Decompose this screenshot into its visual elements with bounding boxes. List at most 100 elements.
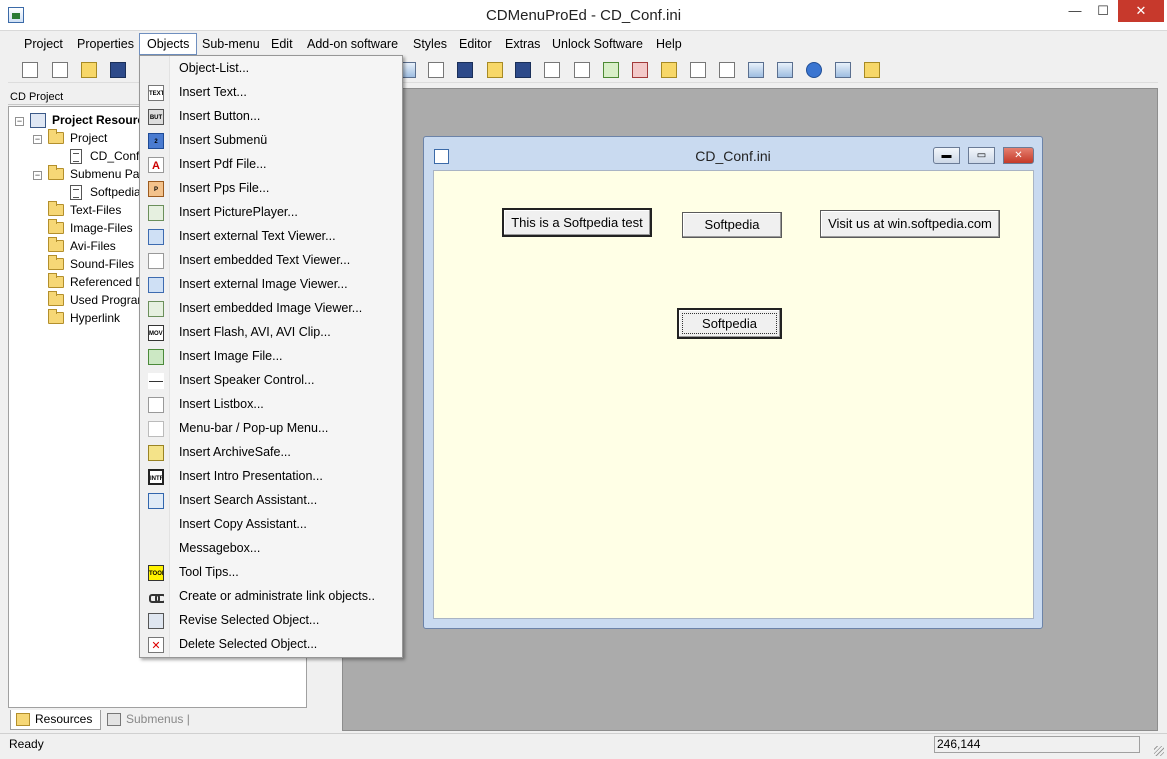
search-icon[interactable] xyxy=(659,60,679,80)
title-icon[interactable] xyxy=(455,60,475,80)
resize-grip-icon[interactable] xyxy=(1154,746,1164,756)
copy-icon[interactable] xyxy=(746,60,766,80)
menu-item-insert-listbox[interactable]: Insert Listbox... xyxy=(141,393,402,417)
design-canvas[interactable]: This is a Softpedia test Softpedia Visit… xyxy=(433,170,1034,619)
minimize-button[interactable]: — xyxy=(1062,0,1088,22)
menu-item-insert-pdf[interactable]: A Insert Pdf File... xyxy=(141,153,402,177)
search-assistant-icon xyxy=(148,493,164,509)
menu-unlock-software[interactable]: Unlock Software xyxy=(545,33,650,55)
pps-icon: P xyxy=(148,181,164,197)
document-icon xyxy=(70,149,82,164)
tab-resources[interactable]: Resources xyxy=(10,710,101,730)
speaker-icon[interactable] xyxy=(485,60,505,80)
cube-icon[interactable] xyxy=(833,60,853,80)
menu-item-insert-button[interactable]: BUT Insert Button... xyxy=(141,105,402,129)
text-viewer-icon xyxy=(148,229,164,245)
save-icon[interactable] xyxy=(108,60,128,80)
child-maximize-button[interactable]: ▭ xyxy=(968,147,995,164)
revise-icon xyxy=(148,613,164,629)
menu-item-insert-text[interactable]: TEXT Insert Text... xyxy=(141,81,402,105)
menu-item-object-list[interactable]: Object-List... xyxy=(141,57,402,81)
panel-tabs: Resources Submenus | xyxy=(8,710,307,730)
folder-icon xyxy=(48,291,64,306)
menu-item-insert-speaker-control[interactable]: Insert Speaker Control... xyxy=(141,369,402,393)
new-file-icon[interactable] xyxy=(50,60,70,80)
delete-object-icon[interactable] xyxy=(630,60,650,80)
menu-item-insert-submenu[interactable]: 2 Insert Submenü xyxy=(141,129,402,153)
home-icon[interactable] xyxy=(862,60,882,80)
rectangle-icon[interactable] xyxy=(572,60,592,80)
move-arrows-icon[interactable] xyxy=(426,60,446,80)
menu-item-tool-tips[interactable]: TOOL TIP Tool Tips... xyxy=(141,561,402,585)
title-bar: CDMenuProEd - CD_Conf.ini — ☐ ✕ xyxy=(0,0,1167,31)
folder-icon xyxy=(48,129,64,144)
menu-item-insert-copy-assistant[interactable]: Insert Copy Assistant... xyxy=(141,513,402,537)
menu-item-insert-pictureplayer[interactable]: Insert PicturePlayer... xyxy=(141,201,402,225)
menu-item-insert-pps[interactable]: P Insert Pps File... xyxy=(141,177,402,201)
menu-item-insert-archivesafe[interactable]: Insert ArchiveSafe... xyxy=(141,441,402,465)
menu-add-on-software[interactable]: Add-on software xyxy=(300,33,405,55)
softpedia-button[interactable]: Softpedia xyxy=(682,212,782,238)
menu-item-insert-embedded-text-viewer[interactable]: Insert embedded Text Viewer... xyxy=(141,249,402,273)
paint-icon[interactable] xyxy=(688,60,708,80)
paste-icon[interactable] xyxy=(775,60,795,80)
collapse-project-icon[interactable]: − xyxy=(33,135,42,144)
menu-item-menu-bar-popup[interactable]: Menu-bar / Pop-up Menu... xyxy=(141,417,402,441)
collapse-submenu-icon[interactable]: − xyxy=(33,171,42,180)
link-icon[interactable] xyxy=(542,60,562,80)
softpedia-selected-button[interactable]: Softpedia xyxy=(677,308,782,339)
embedded-text-viewer-icon xyxy=(148,253,164,269)
menu-item-link-objects[interactable]: Create or administrate link objects.. xyxy=(141,585,402,609)
menu-item-insert-flash-avi[interactable]: MOVI Insert Flash, AVI, AVI Clip... xyxy=(141,321,402,345)
folder-icon xyxy=(48,201,64,216)
menu-item-insert-intro-presentation[interactable]: INTRO Insert Intro Presentation... xyxy=(141,465,402,489)
menu-item-insert-external-image-viewer[interactable]: Insert external Image Viewer... xyxy=(141,273,402,297)
magic-wand-icon[interactable] xyxy=(20,60,40,80)
help-icon[interactable] xyxy=(804,60,824,80)
menu-project[interactable]: Project xyxy=(17,33,70,55)
archive-icon xyxy=(148,445,164,461)
softpedia-test-button[interactable]: This is a Softpedia test xyxy=(502,208,652,237)
close-button[interactable]: ✕ xyxy=(1118,0,1164,22)
tab-submenus[interactable]: Submenus | xyxy=(102,710,212,730)
maximize-button[interactable]: ☐ xyxy=(1090,0,1116,22)
collapse-root-icon[interactable]: − xyxy=(15,117,24,126)
menu-item-insert-search-assistant[interactable]: Insert Search Assistant... xyxy=(141,489,402,513)
menu-styles[interactable]: Styles xyxy=(406,33,454,55)
menu-sub-menu[interactable]: Sub-menu xyxy=(195,33,267,55)
menu-item-insert-embedded-image-viewer[interactable]: Insert embedded Image Viewer... xyxy=(141,297,402,321)
embedded-image-viewer-icon xyxy=(148,301,164,317)
menu-help[interactable]: Help xyxy=(649,33,689,55)
menu-properties[interactable]: Properties xyxy=(70,33,141,55)
link-icon xyxy=(148,589,164,605)
image-file-icon xyxy=(148,349,164,365)
child-minimize-button[interactable]: ▬ xyxy=(933,147,960,164)
menu-item-delete-selected[interactable]: ✕ Delete Selected Object... xyxy=(141,633,402,657)
menu-editor[interactable]: Editor xyxy=(452,33,499,55)
child-close-button[interactable]: ✕ xyxy=(1003,147,1034,164)
menu-item-insert-external-text-viewer[interactable]: Insert external Text Viewer... xyxy=(141,225,402,249)
menu-item-messagebox[interactable]: Messagebox... xyxy=(141,537,402,561)
folder-icon xyxy=(48,309,64,324)
menu-extras[interactable]: Extras xyxy=(498,33,547,55)
hello-icon[interactable] xyxy=(513,60,533,80)
menu-item-revise-selected[interactable]: Revise Selected Object... xyxy=(141,609,402,633)
child-window[interactable]: CD_Conf.ini ▬ ▭ ✕ This is a Softpedia te… xyxy=(423,136,1043,629)
menu-item-insert-image-file[interactable]: Insert Image File... xyxy=(141,345,402,369)
status-bar: Ready 246,144 xyxy=(0,733,1167,759)
visit-softpedia-button[interactable]: Visit us at win.softpedia.com xyxy=(820,210,1000,238)
cut-icon[interactable] xyxy=(717,60,737,80)
intro-icon: INTRO xyxy=(148,469,164,485)
folder-icon xyxy=(48,165,64,180)
resources-icon xyxy=(16,713,30,726)
submenu-icon: 2 xyxy=(148,133,164,149)
menu-edit[interactable]: Edit xyxy=(264,33,300,55)
button-icon: BUT xyxy=(148,109,164,125)
menu-bar: Project Properties Objects Sub-menu Edit… xyxy=(8,33,1158,55)
open-folder-icon[interactable] xyxy=(79,60,99,80)
menu-objects[interactable]: Objects xyxy=(139,33,198,55)
picture-frame-icon[interactable] xyxy=(601,60,621,80)
movie-icon: MOVI xyxy=(148,325,164,341)
folder-icon xyxy=(48,255,64,270)
folder-icon xyxy=(48,219,64,234)
